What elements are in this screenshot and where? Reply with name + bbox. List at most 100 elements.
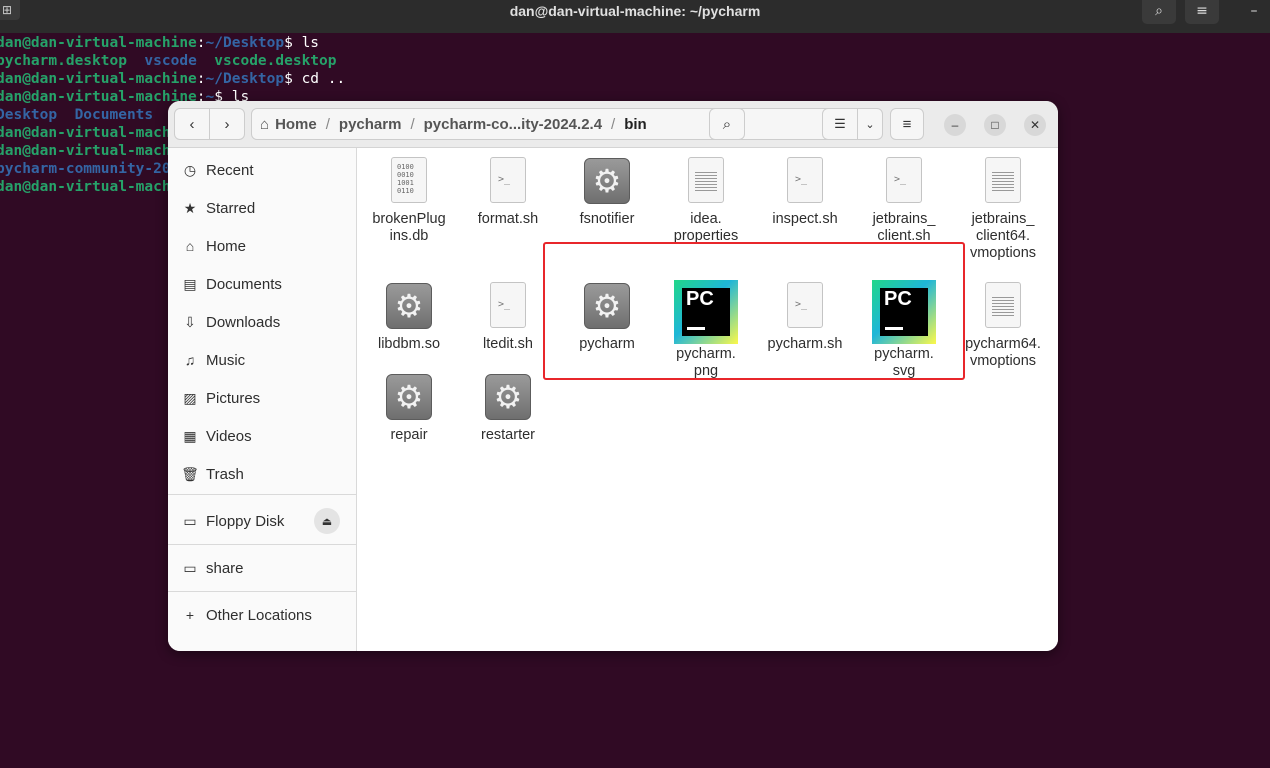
terminal-title: dan@dan-virtual-machine: ~/pycharm (509, 3, 761, 19)
minimize-button[interactable]: – (1237, 0, 1270, 24)
search-files-button[interactable]: ⌕ (709, 108, 745, 140)
sidebar-item-label: Downloads (206, 313, 281, 331)
executable-icon: ⚙ (581, 155, 633, 207)
chevron-left-icon: ‹ (189, 115, 195, 133)
maximize-icon: □ (991, 118, 999, 132)
picture-icon: ▨ (183, 389, 197, 406)
executable-icon: ⚙ (482, 371, 534, 423)
file-item[interactable]: ⚙ repair (360, 371, 458, 444)
trash-icon: 🗑 (181, 465, 199, 482)
sidebar-item-label: Floppy Disk (206, 512, 285, 530)
sidebar-item-trash[interactable]: 🗑 Trash (168, 456, 356, 492)
search-icon: ⌕ (1155, 3, 1163, 19)
file-item[interactable]: >_ jetbrains_ client.sh (855, 155, 953, 245)
eject-icon[interactable]: ⏏ (314, 508, 340, 534)
plus-icon: + (185, 607, 195, 623)
close-button[interactable]: ✕ (1024, 114, 1046, 136)
script-file-icon: >_ (482, 155, 534, 207)
maximize-button[interactable]: □ (984, 114, 1006, 136)
text-file-icon (680, 155, 732, 207)
breadcrumb-separator: / (325, 115, 330, 133)
main-menu-button[interactable]: ≡ (890, 108, 924, 140)
header-bar: ‹ › ⌂ Home / pycharm / pycharm-co...ity-… (168, 101, 1058, 148)
terminal-text: pycharm.desktop (0, 53, 127, 69)
file-item[interactable]: pycharm64. vmoptions (954, 280, 1052, 370)
hamburger-icon: ≡ (1196, 3, 1208, 19)
file-item[interactable]: >_ inspect.sh (756, 155, 854, 228)
music-icon: ♫ (184, 352, 196, 368)
executable-icon: ⚙ (383, 371, 435, 423)
file-item[interactable]: ⚙ fsnotifier (558, 155, 656, 228)
sidebar-item-share[interactable]: ▭ share (168, 550, 356, 586)
sidebar-item-pictures[interactable]: ▨ Pictures (168, 380, 356, 416)
sidebar-divider (168, 591, 356, 592)
terminal-header: ⊞ dan@dan-virtual-machine: ~/pycharm ⌕ ≡… (0, 0, 1270, 33)
home-icon: ⌂ (185, 238, 195, 254)
sidebar-item-recent[interactable]: ◷ Recent (168, 152, 356, 188)
close-icon: ✕ (1029, 118, 1041, 132)
clock-icon: ◷ (183, 161, 197, 178)
terminal-text: : (196, 35, 206, 51)
file-name: vmoptions (969, 353, 1037, 369)
sidebar-item-label: Trash (206, 465, 244, 483)
script-file-icon: >_ (779, 155, 831, 207)
file-item[interactable]: idea. properties (657, 155, 755, 245)
file-name: restarter (481, 427, 535, 443)
sidebar-item-label: share (206, 559, 244, 577)
back-button[interactable]: ‹ (174, 108, 210, 140)
file-name: jetbrains_ (971, 211, 1035, 227)
file-item[interactable]: ⚙ restarter (459, 371, 557, 444)
sidebar-item-documents[interactable]: ▤ Documents (168, 266, 356, 302)
breadcrumb-pycharm-community[interactable]: pycharm-co...ity-2024.2.4 (418, 116, 608, 133)
sidebar-item-downloads[interactable]: ⇩ Downloads (168, 304, 356, 340)
minimize-icon: – (951, 118, 959, 132)
hamburger-icon: ≡ (902, 115, 912, 133)
sidebar-item-music[interactable]: ♫ Music (168, 342, 356, 378)
sidebar-item-label: Starred (206, 199, 256, 217)
terminal-text: : (196, 71, 206, 87)
file-name: ins.db (389, 228, 429, 244)
minimize-button[interactable]: – (944, 114, 966, 136)
star-icon: ★ (183, 199, 197, 216)
view-list-button[interactable]: ☰ (822, 108, 858, 140)
breadcrumb-separator: / (611, 115, 616, 133)
breadcrumb-pycharm[interactable]: pycharm (333, 116, 408, 133)
breadcrumb-home[interactable]: Home (269, 116, 323, 133)
script-file-icon: >_ (878, 155, 930, 207)
file-item[interactable]: >_ format.sh (459, 155, 557, 228)
terminal-text: $ ls (284, 35, 320, 51)
file-name: inspect.sh (772, 211, 838, 227)
sidebar-item-other-locations[interactable]: + Other Locations (168, 597, 356, 633)
terminal-text: dan@dan-virtual-machine (0, 71, 197, 87)
home-icon: ⌂ (260, 115, 270, 133)
view-options-button[interactable]: ⌄ (857, 108, 883, 140)
sidebar-divider (168, 544, 356, 545)
sidebar: ◷ Recent ★ Starred ⌂ Home ▤ Documents ⇩ Downloads… (168, 148, 357, 651)
file-name: vmoptions (969, 245, 1037, 261)
search-button[interactable]: ⌕ (1142, 0, 1176, 24)
breadcrumb[interactable]: ⌂ Home / pycharm / pycharm-co...ity-2024… (251, 108, 866, 140)
sidebar-item-home[interactable]: ⌂ Home (168, 228, 356, 264)
terminal-text: ~/Desktop (205, 71, 285, 87)
terminal-text: $ cd .. (284, 71, 346, 87)
download-icon: ⇩ (184, 313, 196, 330)
file-item[interactable]: 0100 0010 1001 0110 brokenPlug ins.db (360, 155, 458, 245)
sidebar-item-videos[interactable]: ▦ Videos (168, 418, 356, 454)
file-item[interactable]: ⚙ libdbm.so (360, 280, 458, 353)
file-grid: 0100 0010 1001 0110 brokenPlug ins.db >_ for… (357, 148, 1058, 651)
breadcrumb-bin[interactable]: bin (618, 116, 653, 133)
terminal-line: dan@dan-virtual-machine:~/Desktop$ ls (0, 34, 1270, 52)
script-file-icon: >_ (482, 280, 534, 332)
menu-button[interactable]: ≡ (1185, 0, 1219, 24)
terminal-line: dan@dan-virtual-machine:~/Desktop$ cd .. (0, 70, 1270, 88)
sidebar-divider (168, 494, 356, 495)
file-name: libdbm.so (377, 336, 441, 352)
forward-button[interactable]: › (209, 108, 245, 140)
file-name: client64. (975, 228, 1030, 244)
executable-icon: ⚙ (383, 280, 435, 332)
file-item[interactable]: jetbrains_ client64. vmoptions (954, 155, 1052, 262)
sidebar-item-starred[interactable]: ★ Starred (168, 190, 356, 226)
sidebar-item-label: Pictures (206, 389, 261, 407)
